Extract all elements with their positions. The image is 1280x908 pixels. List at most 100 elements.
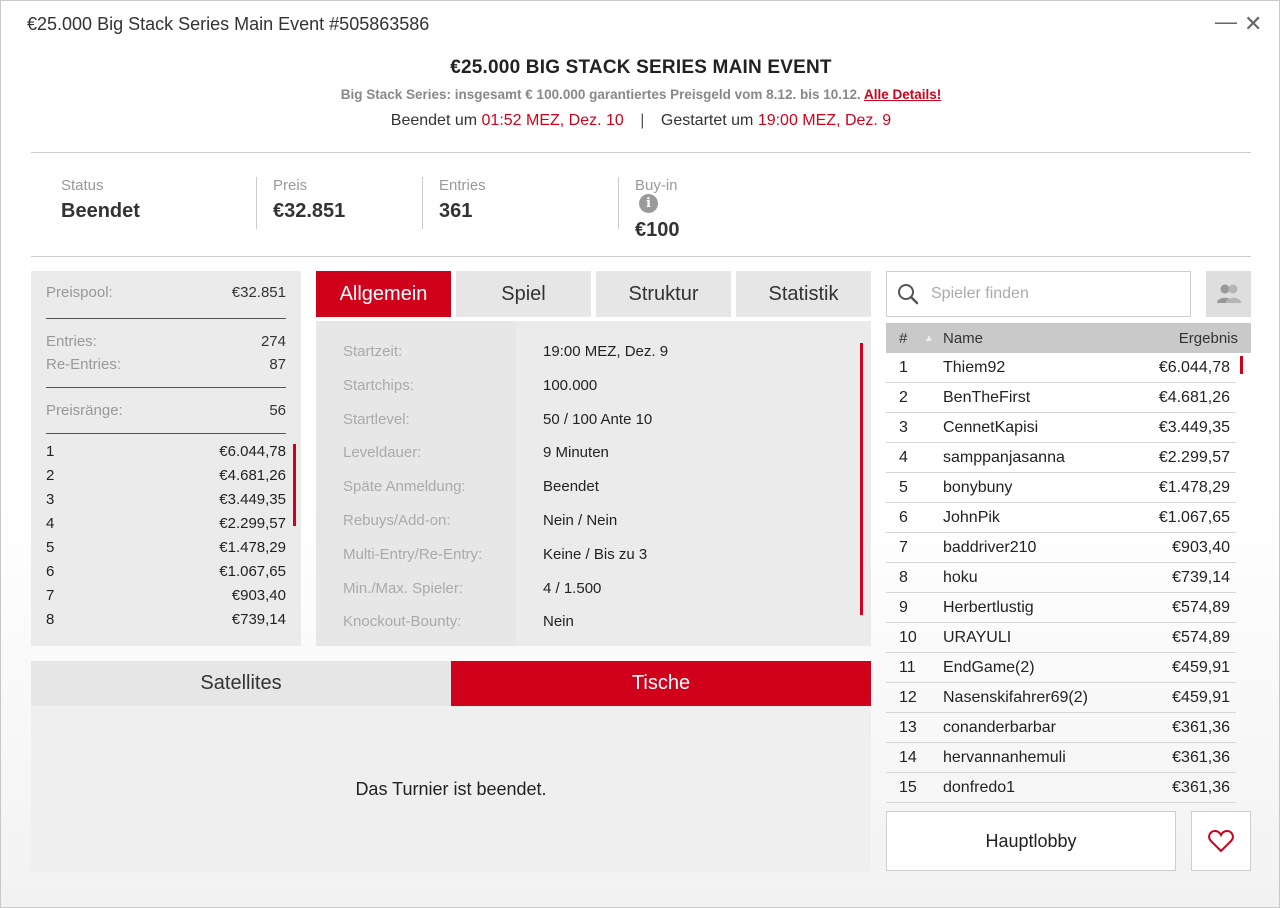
- general-key: Startzeit:: [343, 343, 403, 360]
- info-icon[interactable]: i: [639, 194, 658, 213]
- prize-divider-1: [46, 318, 286, 319]
- prize-divider-2: [46, 387, 286, 388]
- general-key: Startchips:: [343, 376, 414, 394]
- player-rank: 12: [899, 689, 917, 706]
- ranks-row: Preisränge: 56: [46, 400, 286, 422]
- player-rank: 10: [899, 629, 917, 646]
- general-key: Leveldauer:: [343, 444, 422, 462]
- status-cell: Status Beendet: [31, 177, 140, 229]
- player-name: hoku: [943, 569, 978, 586]
- close-icon[interactable]: ✕: [1244, 11, 1262, 37]
- leaderboard-list[interactable]: 1 Thiem92 €6.044,78 2 BenTheFirst €4.681,26 3 C…: [886, 353, 1251, 803]
- general-value: Nein / Nein: [543, 511, 618, 529]
- leaderboard-row[interactable]: 3 CennetKapisi €3.449,35: [886, 413, 1251, 443]
- general-scrollbar[interactable]: [860, 343, 863, 615]
- player-name: CennetKapisi: [943, 419, 1039, 436]
- tab-statistik[interactable]: Statistik: [736, 271, 871, 317]
- leaderboard-row[interactable]: 5 bonybuny €1.478,29: [886, 473, 1251, 503]
- player-name: Nasenskifahrer69(2): [943, 689, 1088, 706]
- player-name: BenTheFirst: [943, 389, 1031, 406]
- leaderboard-row[interactable]: 2 BenTheFirst €4.681,26: [886, 383, 1251, 413]
- leaderboard-row[interactable]: 14 hervannanhemuli €361,36: [886, 743, 1251, 773]
- details-link[interactable]: Alle Details!: [864, 87, 941, 102]
- leaderboard-row[interactable]: 9 Herbertlustig €574,89: [886, 593, 1251, 623]
- tab-spiel[interactable]: Spiel: [456, 271, 591, 317]
- general-keys: Startzeit: Startchips: Startlevel: Leveldau…: [316, 321, 516, 646]
- general-key: Knockout-Bounty:: [343, 613, 462, 631]
- tab-struktur[interactable]: Struktur: [596, 271, 731, 317]
- general-value: Nein: [543, 613, 574, 631]
- player-search[interactable]: [886, 271, 1191, 317]
- info-tabs: Allgemein Spiel Struktur Statistik: [316, 271, 871, 317]
- ranks-label: Preisränge:: [46, 402, 123, 419]
- status-value: Beendet: [61, 200, 140, 222]
- sort-arrow-icon[interactable]: ▲: [916, 333, 943, 344]
- general-value: Beendet: [543, 478, 599, 496]
- general-key: Späte Anmeldung:: [343, 478, 466, 496]
- tournament-header: €25.000 BIG STACK SERIES MAIN EVENT Big …: [31, 57, 1251, 130]
- title-bar: €25.000 Big Stack Series Main Event #505…: [1, 1, 1279, 47]
- search-input[interactable]: [931, 285, 1171, 303]
- leaderboard-row[interactable]: 6 JohnPik €1.067,65: [886, 503, 1251, 533]
- entries-label: Entries: [439, 177, 486, 194]
- header-divider: [31, 152, 1251, 153]
- favorite-button[interactable]: [1191, 811, 1251, 871]
- name-column-header[interactable]: Name: [943, 330, 1123, 347]
- prize-rank: 5: [46, 539, 55, 556]
- leaderboard-row[interactable]: 7 baddriver210 €903,40: [886, 533, 1251, 563]
- player-rank: 8: [899, 569, 908, 586]
- player-result: €574,89: [1172, 629, 1230, 646]
- window-title: €25.000 Big Stack Series Main Event #505…: [27, 13, 430, 34]
- tournament-times: Beendet um 01:52 MEZ, Dez. 10 | Gestarte…: [31, 112, 1251, 130]
- entries-cell: Entries 361: [422, 177, 486, 229]
- search-icon: [898, 284, 919, 305]
- bottom-tabs: Satellites Tische: [31, 661, 871, 706]
- leaderboard-row[interactable]: 12 Nasenskifahrer69(2) €459,91: [886, 683, 1251, 713]
- times-separator: |: [640, 112, 645, 129]
- prize-amount: €3.449,35: [219, 491, 286, 508]
- prize-row: 6 €1.067,65: [46, 560, 286, 584]
- prize-amount: €1.478,29: [219, 539, 286, 556]
- people-icon: [1216, 284, 1241, 303]
- ended-label: Beendet um: [390, 112, 478, 129]
- result-column-header[interactable]: Ergebnis: [1123, 330, 1238, 347]
- player-result: €1.067,65: [1158, 509, 1230, 526]
- prizepool-value: €32.851: [231, 284, 286, 301]
- leaderboard-row[interactable]: 13 conanderbarbar €361,36: [886, 713, 1251, 743]
- leaderboard-row[interactable]: 11 EndGame(2) €459,91: [886, 653, 1251, 683]
- player-result: €459,91: [1172, 659, 1230, 676]
- heart-icon: [1208, 829, 1234, 853]
- player-name: JohnPik: [943, 509, 1000, 526]
- leaderboard-row[interactable]: 4 samppanjasanna €2.299,57: [886, 443, 1251, 473]
- leaderboard-row[interactable]: 8 hoku €739,14: [886, 563, 1251, 593]
- prize-amount: €903,40: [231, 587, 286, 604]
- reentries-row: Re-Entries: 87: [46, 353, 286, 377]
- player-result: €4.681,26: [1158, 389, 1230, 406]
- info-divider: [31, 256, 1251, 257]
- player-result: €1.478,29: [1158, 479, 1230, 496]
- leaderboard-row[interactable]: 10 URAYULI €574,89: [886, 623, 1251, 653]
- prize-list[interactable]: 1 €6.044,78 2 €4.681,26 3 €3.449,35 4 €2.299,57…: [46, 440, 296, 632]
- leaderboard-row[interactable]: 15 donfredo1 €361,36: [886, 773, 1251, 803]
- prizepool-label: Preispool:: [46, 284, 113, 301]
- players-button[interactable]: [1206, 271, 1251, 317]
- rank-column-header[interactable]: #: [886, 330, 916, 347]
- prize-rank: 1: [46, 443, 55, 460]
- player-rank: 5: [899, 479, 908, 496]
- minimize-icon[interactable]: —: [1215, 9, 1237, 35]
- entries-value: 361: [439, 200, 473, 222]
- tab-allgemein[interactable]: Allgemein: [316, 271, 451, 317]
- general-values: 19:00 MEZ, Dez. 9 100.000 50 / 100 Ante 10…: [543, 343, 668, 646]
- prizepool-row: Preispool: €32.851: [46, 284, 286, 314]
- buyin-cell: Buy-in i €100: [618, 177, 680, 241]
- tab-tables[interactable]: Tische: [451, 661, 871, 706]
- leaderboard-row[interactable]: 1 Thiem92 €6.044,78: [886, 353, 1251, 383]
- prize-scrollbar[interactable]: [293, 444, 296, 526]
- started-label: Gestartet um: [660, 112, 754, 129]
- main-lobby-button[interactable]: Hauptlobby: [886, 811, 1176, 871]
- tab-satellites[interactable]: Satellites: [31, 661, 451, 706]
- tournament-title: €25.000 BIG STACK SERIES MAIN EVENT: [450, 57, 832, 78]
- prize-amount: €6.044,78: [219, 443, 286, 460]
- player-rank: 6: [899, 509, 908, 526]
- general-tab-content[interactable]: Startzeit: Startchips: Startlevel: Leveldau…: [316, 321, 871, 646]
